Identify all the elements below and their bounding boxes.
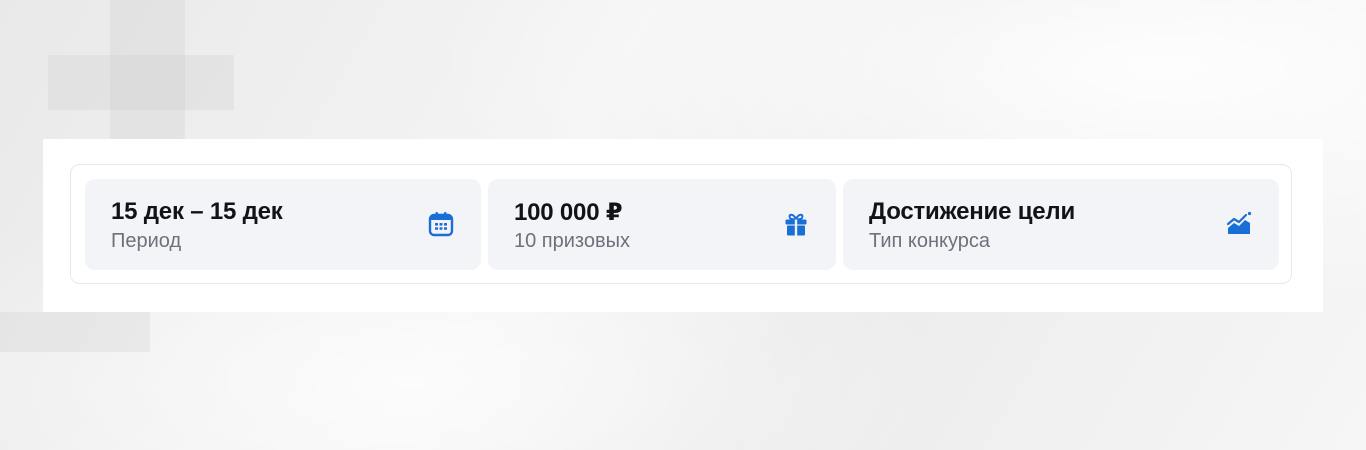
- background-decoration: [0, 312, 150, 352]
- gift-icon: [782, 210, 810, 238]
- contest-info-panel: 15 дек – 15 дек Период 100 000 ₽ 10 приз…: [43, 139, 1323, 312]
- period-stat: 15 дек – 15 дек Период: [85, 179, 481, 270]
- contest-stats-card: 15 дек – 15 дек Период 100 000 ₽ 10 приз…: [70, 164, 1292, 284]
- prize-title: 100 000 ₽: [514, 199, 623, 226]
- period-title: 15 дек – 15 дек: [111, 198, 283, 225]
- prize-stat: 100 000 ₽ 10 призовых: [488, 179, 836, 270]
- prize-label: 10 призовых: [514, 230, 630, 252]
- contest-type-stat: Достижение цели Тип конкурса: [843, 179, 1279, 270]
- chart-growth-icon: [1225, 210, 1253, 238]
- contest-type-title: Достижение цели: [869, 198, 1076, 225]
- background-decoration: [110, 0, 185, 139]
- period-label: Период: [111, 230, 182, 252]
- contest-type-label: Тип конкурса: [869, 230, 991, 252]
- calendar-icon: [427, 210, 455, 238]
